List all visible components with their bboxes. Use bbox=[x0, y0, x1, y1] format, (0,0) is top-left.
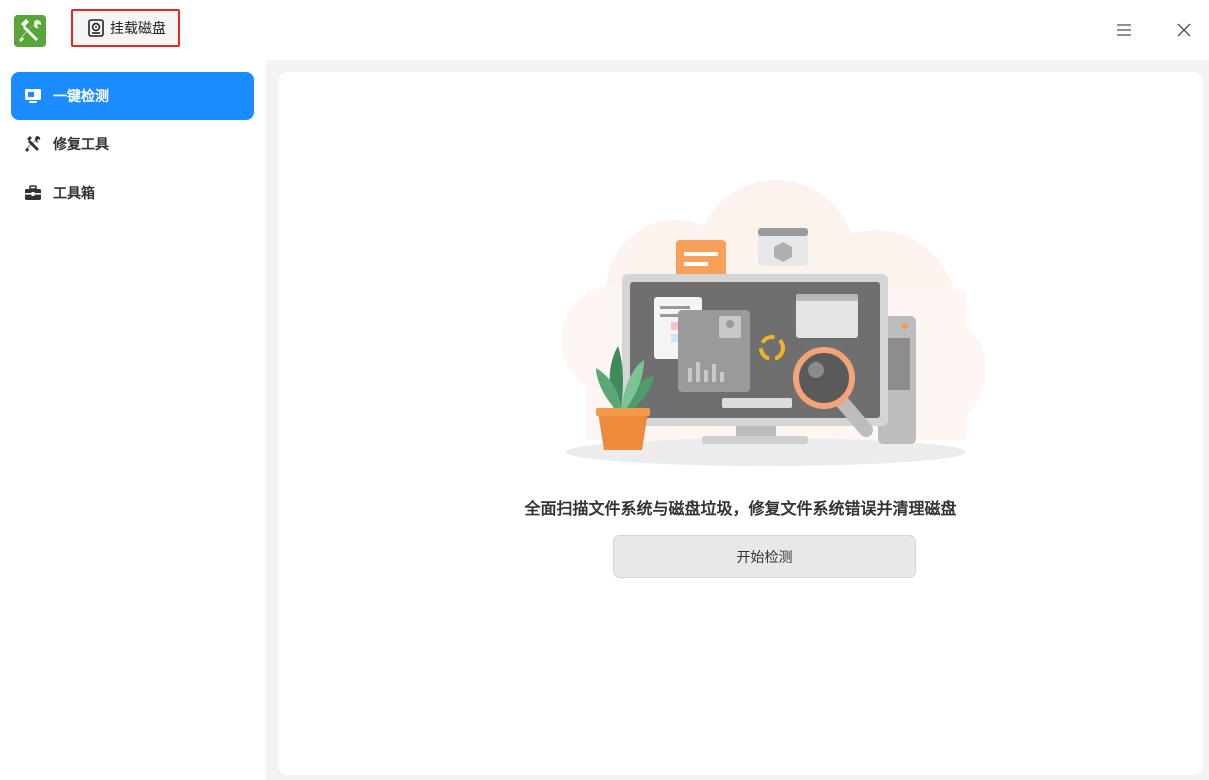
scan-description: 全面扫描文件系统与磁盘垃圾，修复文件系统错误并清理磁盘 bbox=[524, 499, 957, 518]
disk-scan-illustration bbox=[561, 180, 986, 466]
sidebar-item-one-click-scan[interactable]: 一键检测 bbox=[11, 72, 254, 120]
tools-icon bbox=[24, 135, 42, 153]
sidebar-item-label: 一键检测 bbox=[53, 89, 109, 105]
menu-button[interactable] bbox=[1112, 18, 1136, 42]
sidebar: 一键检测 修复工具 工具箱 bbox=[0, 60, 266, 780]
mount-disk-button[interactable]: 挂载磁盘 bbox=[71, 9, 180, 47]
start-scan-button[interactable]: 开始检测 bbox=[613, 535, 916, 578]
disk-icon bbox=[88, 19, 104, 37]
close-icon bbox=[1177, 23, 1191, 37]
hamburger-icon bbox=[1117, 24, 1131, 36]
monitor-icon bbox=[24, 87, 42, 105]
sidebar-item-label: 工具箱 bbox=[53, 186, 95, 202]
toolbox-icon bbox=[24, 184, 42, 202]
app-logo-icon bbox=[14, 15, 46, 47]
sidebar-item-label: 修复工具 bbox=[53, 137, 109, 153]
sidebar-item-repair-tools[interactable]: 修复工具 bbox=[11, 120, 254, 168]
sidebar-item-toolbox[interactable]: 工具箱 bbox=[11, 169, 254, 217]
mount-disk-label: 挂载磁盘 bbox=[110, 21, 166, 37]
main-panel: 全面扫描文件系统与磁盘垃圾，修复文件系统错误并清理磁盘 开始检测 bbox=[278, 72, 1203, 775]
close-button[interactable] bbox=[1172, 18, 1196, 42]
titlebar: 挂载磁盘 bbox=[0, 0, 1209, 60]
